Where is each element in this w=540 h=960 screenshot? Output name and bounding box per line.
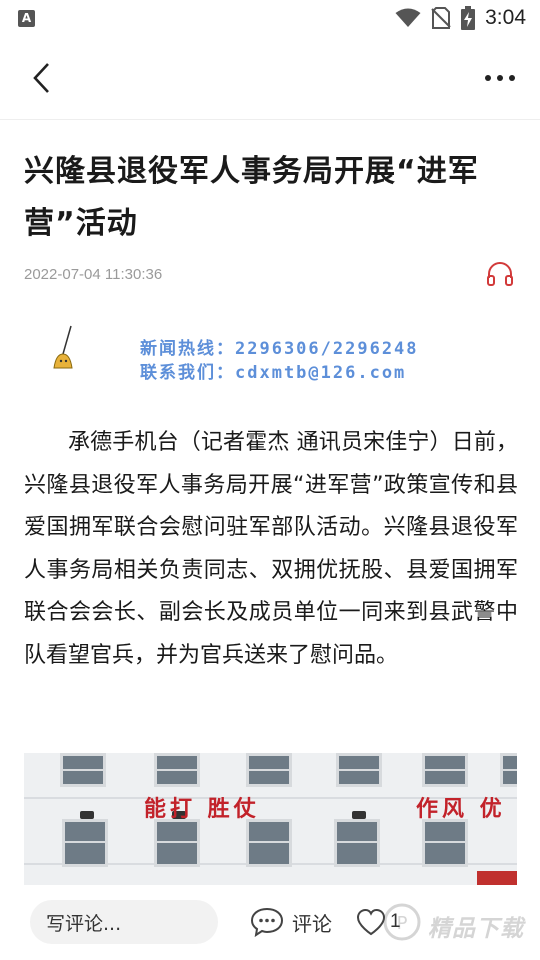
building-window	[154, 753, 200, 787]
listen-audio-button[interactable]	[484, 258, 516, 290]
app-notification-icon: A	[18, 9, 35, 27]
comments-button[interactable]: 评论	[250, 902, 332, 942]
svg-text:P: P	[397, 913, 408, 934]
comment-bubble-icon	[250, 907, 284, 937]
building-window	[62, 819, 108, 867]
wall-lamp	[352, 811, 366, 819]
watermark-text: 精品下载	[428, 916, 524, 942]
building-window	[154, 819, 200, 867]
comments-label: 评论	[292, 911, 332, 936]
site-watermark: P 精品下载	[382, 897, 540, 953]
headphones-icon	[487, 262, 513, 286]
watermark-logo-icon: P	[383, 903, 421, 941]
back-button[interactable]	[22, 58, 62, 98]
article-meta: 2022-07-04 11:30:36	[24, 258, 516, 290]
building-window	[422, 819, 468, 867]
red-awning	[477, 871, 517, 885]
top-nav	[0, 36, 540, 120]
contact-email: 联系我们：cdxmtb@126.com	[140, 363, 407, 383]
article-body: 承德手机台（记者霍杰 通讯员宋佳宁）日前，兴隆县退役军人事务局开展“进军营”政策…	[24, 430, 518, 668]
bell-icon	[53, 325, 73, 369]
battery-charging-icon	[461, 6, 476, 30]
more-horizontal-icon	[485, 75, 491, 81]
building-window	[334, 819, 380, 867]
article-title: 兴隆县退役军人事务局开展“进军营”活动	[24, 154, 479, 241]
building-window	[60, 753, 106, 787]
building-window	[246, 753, 292, 787]
publish-date: 2022-07-04 11:30:36	[24, 265, 163, 283]
wall-lamp	[80, 811, 94, 819]
photo-slogan-right: 作风 优	[416, 797, 506, 822]
hotline-banner: 新闻热线：2296306/2296248 联系我们：cdxmtb@126.com	[24, 318, 516, 384]
status-time: 3:04	[485, 6, 526, 29]
no-sim-icon	[431, 7, 451, 29]
status-right: 3:04	[395, 6, 526, 30]
status-bar: A 3:04	[0, 0, 540, 36]
photo-slogan-left: 能打 胜仗	[144, 797, 260, 822]
chevron-left-icon	[33, 63, 49, 93]
wifi-icon	[395, 8, 421, 27]
comment-placeholder: 写评论...	[46, 912, 122, 935]
more-horizontal-icon	[497, 75, 503, 81]
news-hotline: 新闻热线：2296306/2296248	[140, 339, 419, 359]
more-horizontal-icon	[509, 75, 515, 81]
building-window	[246, 819, 292, 867]
building-window	[422, 753, 468, 787]
status-left: A	[18, 9, 35, 27]
more-options-button[interactable]	[478, 58, 522, 98]
article-photo[interactable]: 能打 胜仗 作风 优	[24, 753, 517, 885]
bottom-action-bar: 写评论... 评论 1 P 精品下载	[0, 885, 540, 960]
building-window	[500, 753, 517, 787]
write-comment-input[interactable]: 写评论...	[30, 900, 218, 944]
building-window	[336, 753, 382, 787]
